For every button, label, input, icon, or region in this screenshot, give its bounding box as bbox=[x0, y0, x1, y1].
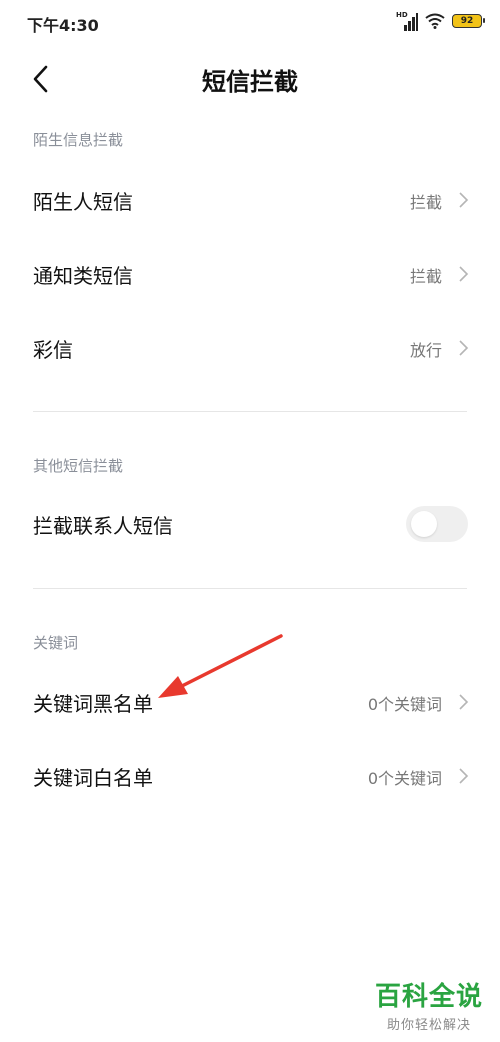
row-value: 0个关键词 bbox=[367, 769, 442, 788]
watermark-subtitle: 助你轻松解决 bbox=[386, 1018, 471, 1033]
wifi-icon bbox=[425, 13, 445, 29]
row-mms[interactable]: 彩信 放行 bbox=[0, 318, 500, 378]
battery-icon: 92 bbox=[452, 14, 485, 28]
chevron-right-icon bbox=[459, 694, 469, 710]
row-keyword-whitelist[interactable]: 关键词白名单 0个关键词 bbox=[0, 746, 500, 806]
row-label: 关键词黑名单 bbox=[33, 692, 153, 716]
chevron-right-icon bbox=[459, 192, 469, 208]
row-block-contact-sms: 拦截联系人短信 bbox=[0, 494, 500, 554]
signal-icon: HD bbox=[396, 11, 418, 31]
section-divider bbox=[33, 588, 467, 589]
row-label: 关键词白名单 bbox=[33, 766, 153, 790]
block-contact-sms-toggle[interactable] bbox=[406, 506, 468, 542]
row-value: 拦截 bbox=[409, 267, 442, 286]
row-value: 放行 bbox=[409, 341, 442, 360]
chevron-right-icon bbox=[459, 266, 469, 282]
page-title: 短信拦截 bbox=[202, 68, 298, 96]
title-bar: 短信拦截 bbox=[0, 52, 500, 106]
row-value: 拦截 bbox=[409, 193, 442, 212]
status-icons: HD 92 bbox=[396, 10, 485, 32]
row-label: 拦截联系人短信 bbox=[33, 514, 173, 538]
section-header-keywords: 关键词 bbox=[33, 634, 79, 652]
status-time: 下午4:30 bbox=[27, 16, 99, 35]
section-divider bbox=[33, 411, 467, 412]
watermark: 百科全说 助你轻松解决 bbox=[374, 982, 484, 1033]
battery-level: 92 bbox=[460, 16, 474, 26]
toggle-knob bbox=[411, 511, 437, 537]
status-bar: 下午4:30 HD 92 bbox=[0, 0, 500, 44]
section-header-other: 其他短信拦截 bbox=[33, 457, 124, 475]
annotation-arrow-icon bbox=[158, 634, 283, 698]
network-type-label: HD bbox=[396, 11, 408, 19]
watermark-title: 百科全说 bbox=[374, 982, 483, 1012]
row-stranger-sms[interactable]: 陌生人短信 拦截 bbox=[0, 170, 500, 230]
section-header-stranger: 陌生信息拦截 bbox=[33, 131, 124, 149]
row-label: 通知类短信 bbox=[33, 264, 133, 288]
chevron-right-icon bbox=[459, 768, 469, 784]
row-value: 0个关键词 bbox=[367, 695, 442, 714]
chevron-right-icon bbox=[459, 340, 469, 356]
row-label: 陌生人短信 bbox=[33, 190, 133, 214]
row-label: 彩信 bbox=[33, 338, 73, 362]
row-notification-sms[interactable]: 通知类短信 拦截 bbox=[0, 244, 500, 304]
